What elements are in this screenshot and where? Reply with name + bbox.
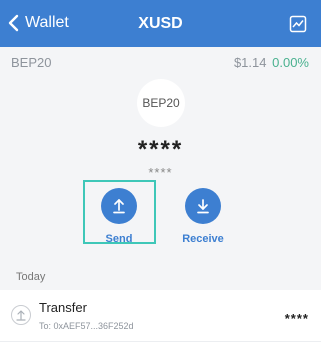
transaction-row[interactable]: Transfer To: 0xAEF57...36F252d **** [0,290,321,342]
receive-label: Receive [182,233,224,245]
send-label: Send [105,233,133,245]
price-info: $1.14 0.00% [234,55,309,70]
fiat-balance: **** [148,165,173,180]
receive-circle[interactable] [185,188,221,224]
transfer-icon [11,305,31,325]
price-change: 0.00% [272,55,309,70]
chart-button[interactable] [289,15,307,33]
list-remainder [0,342,321,363]
transaction-amount: **** [284,311,309,326]
token-balance: **** [137,136,184,163]
token-price: $1.14 [233,55,267,70]
section-title: Today [16,271,46,283]
send-circle[interactable] [101,188,137,224]
transaction-recipient: To: 0xAEF57...36F252d [39,321,134,331]
chart-icon [289,15,307,33]
token-summary: BEP20 $1.14 0.00% BEP20 **** **** Send R… [0,47,321,264]
transaction-title: Transfer [39,300,87,315]
download-icon [197,199,209,214]
arrow-up-icon [16,310,26,321]
upload-icon [113,199,125,214]
send-button[interactable]: Send [89,188,149,245]
date-section-header: Today [0,264,321,290]
app-header: Wallet XUSD [0,0,321,47]
receive-button[interactable]: Receive [173,188,233,245]
token-logo: BEP20 [137,79,185,127]
network-label: BEP20 [11,55,52,70]
page-title: XUSD [138,15,183,32]
